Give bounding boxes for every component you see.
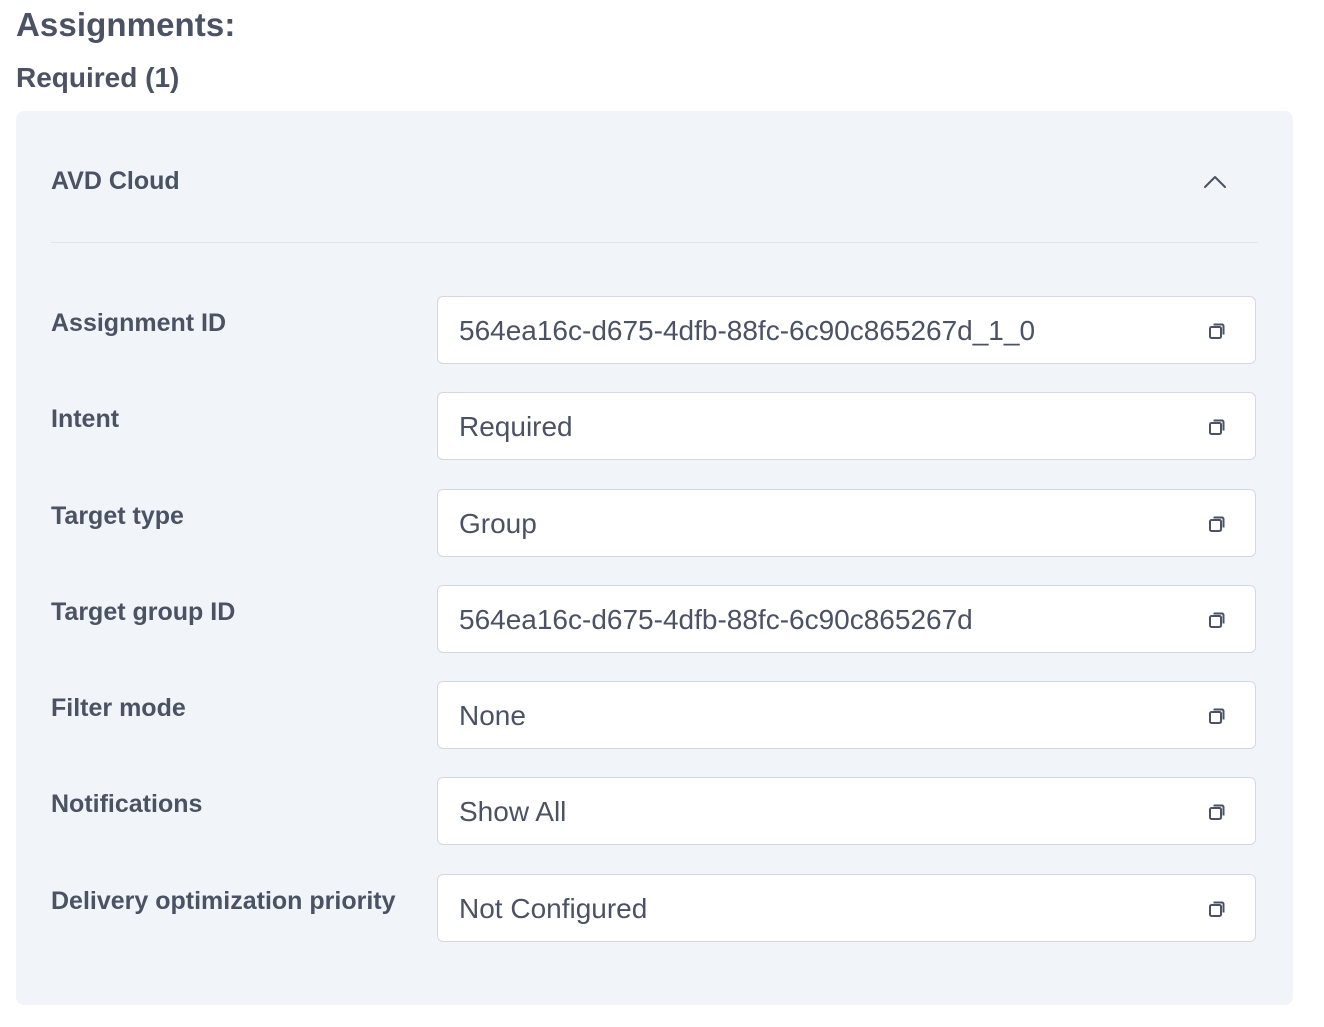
detail-value: Required: [459, 411, 573, 443]
detail-label: Assignment ID: [51, 309, 227, 337]
detail-label: Target group ID: [51, 597, 236, 626]
detail-row-intent: Intent Required: [51, 392, 1258, 462]
detail-row-assignment-id: Assignment ID 564ea16c-d675-4dfb-88fc-6c…: [51, 296, 1258, 366]
assignment-id-field[interactable]: 564ea16c-d675-4dfb-88fc-6c90c865267d_1_0: [437, 296, 1256, 364]
delivery-optimization-priority-field[interactable]: Not Configured: [437, 873, 1256, 942]
filter-mode-field[interactable]: None: [437, 681, 1256, 750]
detail-value: None: [459, 700, 526, 732]
copy-icon[interactable]: [1207, 610, 1227, 630]
notifications-field[interactable]: Show All: [437, 777, 1256, 846]
detail-value: 564ea16c-d675-4dfb-88fc-6c90c865267d: [459, 603, 973, 635]
assignment-card-header[interactable]: AVD Cloud: [51, 111, 1258, 243]
copy-icon[interactable]: [1207, 899, 1227, 919]
copy-icon[interactable]: [1207, 321, 1227, 341]
chevron-up-icon[interactable]: [1202, 169, 1228, 195]
page-title: Assignments:: [16, 6, 236, 43]
detail-value: 564ea16c-d675-4dfb-88fc-6c90c865267d_1_0: [459, 315, 1036, 346]
copy-icon[interactable]: [1207, 802, 1227, 822]
copy-icon[interactable]: [1207, 417, 1227, 437]
target-group-id-field[interactable]: 564ea16c-d675-4dfb-88fc-6c90c865267d: [437, 584, 1256, 653]
target-type-field[interactable]: Group: [437, 488, 1256, 557]
detail-row-notifications: Notifications Show All: [51, 777, 1258, 847]
detail-label: Target type: [51, 501, 184, 530]
assignment-card-title: AVD Cloud: [51, 167, 180, 195]
detail-value: Show All: [459, 796, 567, 828]
detail-label: Intent: [51, 405, 120, 434]
copy-icon[interactable]: [1207, 514, 1227, 534]
detail-label: Delivery optimization priority: [51, 886, 396, 915]
detail-row-target-group-id: Target group ID 564ea16c-d675-4dfb-88fc-…: [51, 584, 1258, 655]
assignment-card: AVD Cloud Assignment ID 564ea16c-d675-4d…: [16, 111, 1293, 1005]
copy-icon[interactable]: [1207, 706, 1227, 726]
detail-row-delivery-optimization-priority: Delivery optimization priority Not Confi…: [51, 873, 1258, 944]
detail-label: Filter mode: [51, 694, 186, 723]
detail-value: Group: [459, 507, 537, 539]
detail-value: Not Configured: [459, 892, 648, 924]
detail-row-filter-mode: Filter mode None: [51, 681, 1258, 751]
detail-row-target-type: Target type Group: [51, 488, 1258, 559]
assignment-details: Assignment ID 564ea16c-d675-4dfb-88fc-6c…: [51, 296, 1258, 970]
detail-label: Notifications: [51, 790, 203, 819]
section-heading-required: Required (1): [16, 62, 180, 93]
intent-field[interactable]: Required: [437, 392, 1256, 461]
